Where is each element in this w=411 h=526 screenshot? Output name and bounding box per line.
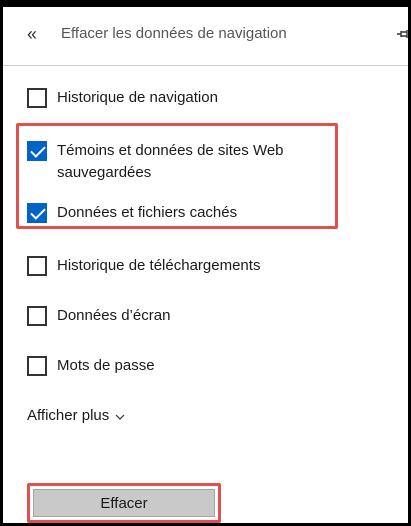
panel-title: Effacer les données de navigation [61,25,287,42]
option-cached-data[interactable]: Données et fichiers cachés [27,203,237,224]
panel-header: « Effacer les données de navigation [3,7,408,66]
pin-icon[interactable] [396,25,411,43]
show-more-label: Afficher plus [27,407,110,424]
chevron-down-icon [115,414,125,420]
download-history-checkbox[interactable] [27,256,47,276]
option-label: Historique de téléchargements [57,257,261,274]
cached-data-checkbox[interactable] [27,203,47,223]
passwords-checkbox[interactable] [27,356,47,376]
browsing-history-checkbox[interactable] [27,88,47,108]
clear-browsing-data-panel: « Effacer les données de navigation Hist… [0,0,411,526]
cookies-checkbox[interactable] [27,141,47,161]
double-chevron-left-icon[interactable]: « [27,23,37,45]
option-label: Historique de navigation [57,89,218,106]
option-label: Données d’écran [57,307,171,324]
option-label-line1: Témoins et données de sites Web [57,142,284,159]
clear-button[interactable]: Effacer [33,489,215,517]
option-cookies-site-data[interactable]: Témoins et données de sites Web sauvegar… [27,141,284,184]
option-label-line2: sauvegardées [57,164,152,181]
form-data-checkbox[interactable] [27,306,47,326]
option-label: Données et fichiers cachés [57,204,238,221]
option-passwords[interactable]: Mots de passe [27,356,155,377]
option-browsing-history[interactable]: Historique de navigation [27,88,218,109]
option-label: Témoins et données de sites Web sauvegar… [57,140,284,184]
option-download-history[interactable]: Historique de téléchargements [27,256,260,277]
option-label: Mots de passe [57,357,155,374]
show-more-link[interactable]: Afficher plus [27,407,125,424]
option-form-data[interactable]: Données d’écran [27,306,170,327]
